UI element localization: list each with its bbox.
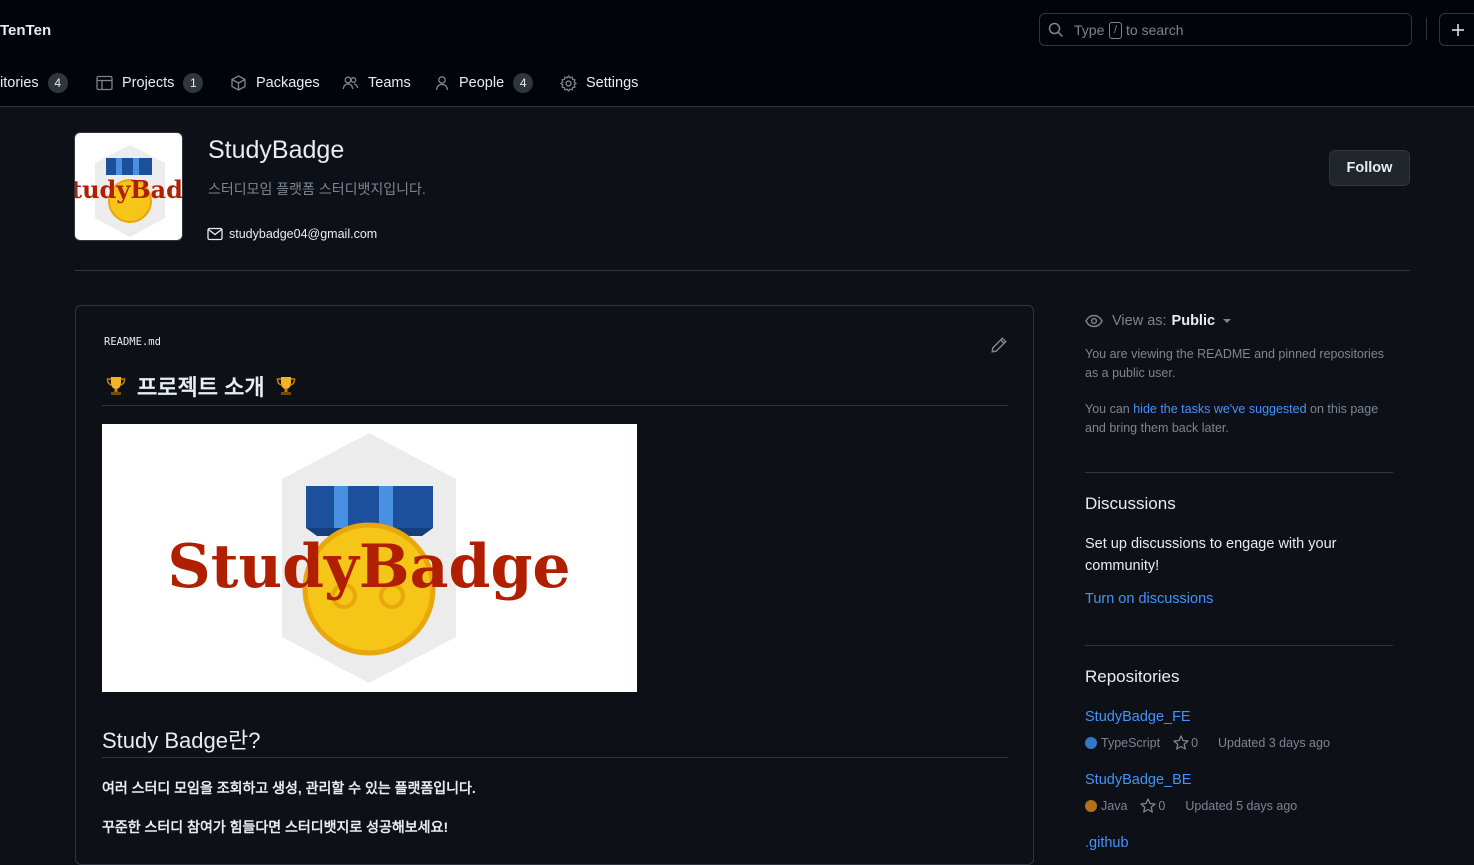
org-avatar: tudyBadg [74, 132, 183, 241]
trophy-icon [106, 377, 126, 395]
repo-language: TypeScript [1101, 735, 1161, 750]
hide-tasks-prefix: You can [1085, 402, 1130, 416]
tab-settings[interactable]: Settings [560, 72, 638, 94]
trophy-icon [276, 377, 295, 395]
readme-subheading: Study Badge란? [102, 728, 261, 753]
plus-icon [1452, 24, 1464, 36]
eye-icon [1085, 314, 1103, 328]
repositories-title: Repositories [1085, 667, 1180, 686]
repo-updated: Updated 5 days ago [1185, 798, 1298, 813]
tab-packages[interactable]: Packages [230, 72, 320, 94]
star-icon [1140, 798, 1157, 813]
view-as-label: View as: [1112, 313, 1167, 329]
tab-packages-label: Packages [256, 75, 320, 91]
repo-star-count: 0 [1158, 798, 1166, 813]
mail-icon [207, 227, 223, 241]
gear-icon [560, 74, 577, 92]
repo-stars[interactable]: 0 [1173, 735, 1198, 750]
org-email-text: studybadge04@gmail.com [229, 227, 378, 241]
people-icon [342, 76, 359, 90]
tab-teams-label: Teams [368, 75, 411, 91]
readme-divider [102, 405, 1008, 406]
create-new-button[interactable] [1439, 13, 1474, 46]
readme-divider [102, 757, 1008, 758]
studybadge-banner-image: StudyBadge [102, 424, 637, 692]
tab-projects[interactable]: Projects 1 [96, 72, 204, 94]
tab-projects-count: 1 [183, 73, 204, 93]
tab-settings-label: Settings [586, 75, 639, 91]
language-color-dot [1085, 799, 1097, 812]
readme-paragraph: 여러 스터디 모임을 조회하고 생성, 관리할 수 있는 플랫폼입니다. [102, 780, 476, 796]
readme-paragraph: 꾸준한 스터디 참여가 힘들다면 스터디뱃지로 성공해보세요! [102, 819, 449, 835]
studybadge-logo-small: tudyBadg [75, 145, 183, 237]
hide-tasks-link[interactable]: hide the tasks we've suggested [1133, 402, 1306, 416]
search-shortcut-key: / [1109, 22, 1122, 39]
readme-heading-text: 프로젝트 소개 [137, 375, 265, 400]
view-as-dropdown[interactable]: View as: Public [1085, 313, 1232, 329]
tab-repositories-count: 4 [47, 73, 68, 93]
repo-language: Java [1101, 798, 1128, 813]
turn-on-discussions-link[interactable]: Turn on discussions [1085, 591, 1213, 607]
repo-meta: Java 0 Updated 5 days ago [1085, 798, 1297, 813]
sidebar-divider [1085, 472, 1393, 473]
package-icon [231, 75, 246, 91]
org-name-link[interactable]: TenTen [0, 22, 51, 39]
repo-star-count: 0 [1191, 735, 1199, 750]
language-color-dot [1085, 736, 1097, 749]
discussions-text: Set up discussions to engage with your c… [1085, 536, 1337, 574]
follow-button[interactable]: Follow [1329, 150, 1410, 186]
repo-link[interactable]: StudyBadge_FE [1085, 709, 1191, 725]
org-header: TenTen Type / to search itories 4 Projec… [0, 0, 1474, 107]
caret-down-icon [1223, 319, 1232, 323]
discussions-title: Discussions [1085, 494, 1176, 513]
header-divider [1426, 18, 1427, 40]
tab-people-count: 4 [513, 73, 534, 93]
tab-repositories-label: itories [0, 75, 39, 91]
tab-teams[interactable]: Teams [342, 72, 411, 94]
pencil-icon[interactable] [990, 336, 1008, 354]
tab-projects-label: Projects [122, 75, 175, 91]
hide-tasks-info: You can hide the tasks we've suggested o… [1085, 400, 1393, 438]
org-description: 스터디모임 플랫폼 스터디뱃지입니다. [208, 181, 426, 197]
repo-meta: TypeScript 0 Updated 3 days ago [1085, 735, 1330, 750]
tab-repositories[interactable]: itories 4 [0, 72, 68, 94]
banner-wordmark: StudyBadge [167, 532, 570, 602]
tab-people[interactable]: People 4 [434, 72, 534, 94]
tab-people-label: People [459, 75, 505, 91]
search-placeholder-rest: to search [1126, 22, 1184, 38]
sidebar-divider [1085, 645, 1393, 646]
readme-panel: README.md 프로젝트 소개 StudyBadge Study Badge… [75, 305, 1034, 865]
repo-updated: Updated 3 days ago [1218, 735, 1330, 750]
search-icon [1048, 22, 1064, 38]
search-placeholder: Type [1074, 22, 1105, 38]
repo-stars[interactable]: 0 [1140, 798, 1165, 813]
avatar-wordmark: tudyBadg [75, 175, 183, 204]
readme-heading: 프로젝트 소개 [105, 370, 297, 402]
search-input[interactable]: Type / to search [1039, 13, 1412, 46]
person-icon [435, 76, 449, 91]
view-as-info: You are viewing the README and pinned re… [1085, 347, 1385, 380]
star-icon [1173, 735, 1189, 750]
view-as-value: Public [1171, 313, 1216, 329]
org-title: StudyBadge [208, 136, 345, 164]
repo-link[interactable]: StudyBadge_BE [1085, 772, 1191, 788]
org-email-link[interactable]: studybadge04@gmail.com [207, 227, 377, 241]
header-divider-line [75, 270, 1410, 271]
table-icon [96, 75, 113, 91]
readme-filename: README.md [104, 336, 161, 348]
studybadge-logo-large: StudyBadge [167, 433, 571, 683]
